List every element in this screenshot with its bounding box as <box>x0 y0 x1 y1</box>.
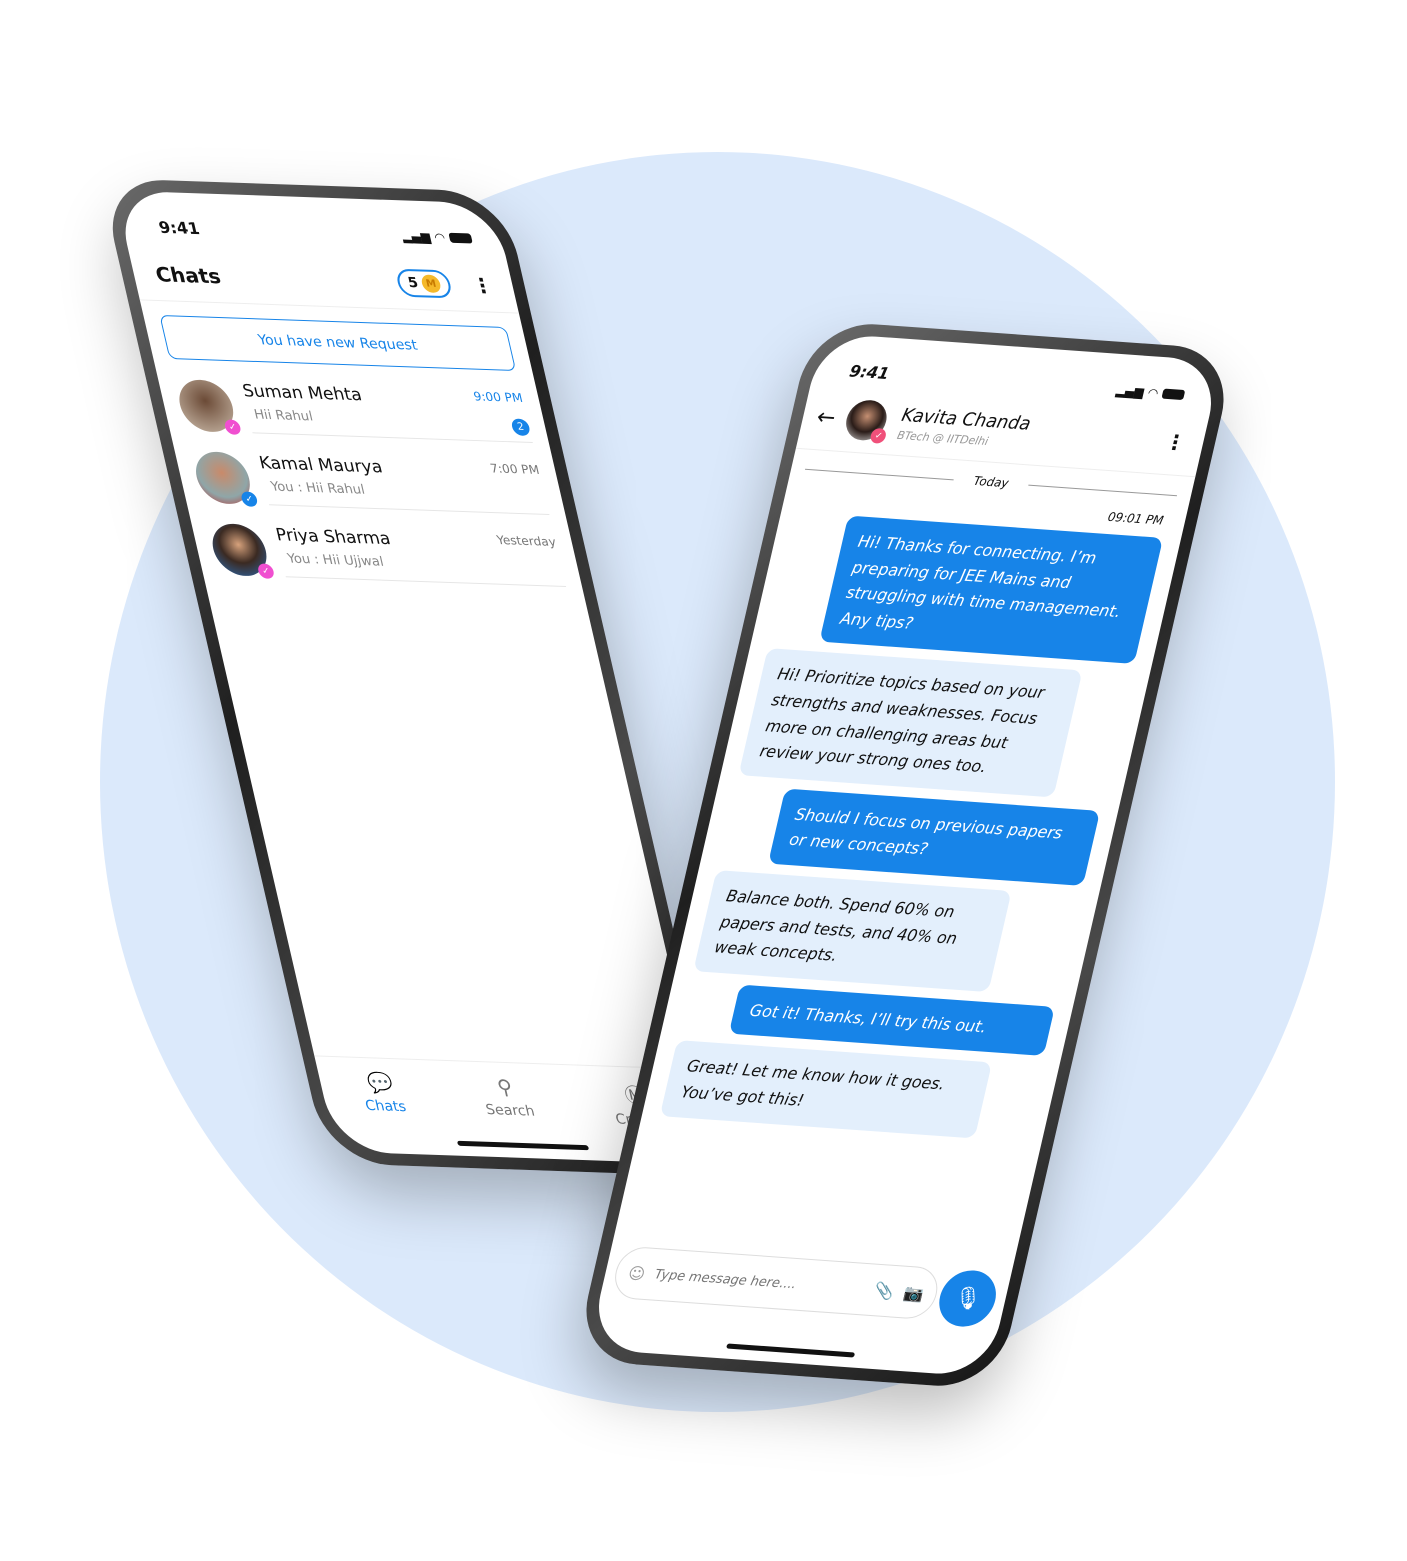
sent-message: Should I focus on previous papers or new… <box>768 788 1101 886</box>
nav-label: Chats <box>363 1097 408 1116</box>
avatar: ✓ <box>842 398 892 444</box>
message-time: Yesterday <box>495 532 558 550</box>
nav-label: Search <box>484 1101 537 1120</box>
message-time: 9:00 PM <box>472 389 525 406</box>
last-message: You : Hii Rahul <box>269 479 367 498</box>
more-options-icon[interactable]: ⋮ <box>470 273 496 298</box>
status-time: 9:41 <box>156 217 202 239</box>
verified-badge-icon: ✓ <box>223 419 242 435</box>
message-input[interactable] <box>653 1266 867 1297</box>
status-time: 9:41 <box>847 361 892 384</box>
contact-name: Suman Mehta <box>240 381 364 406</box>
back-arrow-icon[interactable]: ← <box>814 404 838 430</box>
wifi-icon: ◠ <box>1147 385 1160 400</box>
credits-count: 5 <box>406 274 420 292</box>
wifi-icon: ◠ <box>433 229 446 245</box>
more-options-icon[interactable]: ⋮ <box>1163 430 1188 455</box>
chat-list-item[interactable]: ✓ Kamal Maurya 7:00 PM You : Hii Rahul <box>172 440 568 525</box>
battery-icon <box>1161 388 1186 400</box>
sent-message: Got it! Thanks, I’ll try this out. <box>728 984 1055 1057</box>
message-time: 7:00 PM <box>488 461 541 478</box>
new-request-button[interactable]: You have new Request <box>159 314 517 372</box>
message-input-bar: ☺ 📎 📷 <box>609 1245 943 1321</box>
page-title: Chats <box>153 262 224 289</box>
header: Chats 5M ⋮ <box>124 235 519 314</box>
verified-badge-icon: ✓ <box>256 563 276 579</box>
last-message: You : Hii Ujjwal <box>285 551 386 570</box>
received-message: Hi! Prioritize topics based on your stre… <box>738 648 1083 798</box>
camera-icon[interactable]: 📷 <box>902 1282 926 1302</box>
received-message: Great! Let me know how it goes. You’ve g… <box>659 1040 993 1138</box>
home-indicator <box>726 1343 856 1358</box>
signal-icon: ▂▄▆ <box>400 228 432 244</box>
chat-list-item[interactable]: ✓ Priya Sharma Yesterday You : Hii Ujjwal <box>189 512 585 597</box>
verified-badge-icon: ✓ <box>240 491 259 507</box>
avatar: ✓ <box>207 522 276 579</box>
nav-search[interactable]: ⚲ Search <box>478 1074 538 1125</box>
date-label: Today <box>972 473 1011 491</box>
coin-icon: M <box>419 274 443 294</box>
chat-list-item[interactable]: ✓ Suman Mehta 9:00 PM Hii Rahul 2 <box>156 368 552 453</box>
microphone-button[interactable]: 🎙 <box>933 1268 1002 1329</box>
contact-name: Kamal Maurya <box>257 453 385 478</box>
emoji-icon[interactable]: ☺ <box>626 1263 647 1283</box>
received-message: Balance both. Spend 60% on papers and te… <box>693 870 1012 992</box>
battery-icon <box>448 232 473 244</box>
nav-chats[interactable]: 💬 Chats <box>357 1070 409 1120</box>
avatar: ✓ <box>190 450 259 507</box>
credits-badge[interactable]: 5M <box>394 268 454 299</box>
verified-badge-icon: ✓ <box>869 427 888 444</box>
microphone-icon: 🎙 <box>950 1285 985 1313</box>
last-message: Hii Rahul <box>252 407 315 425</box>
sent-message: Hi! Thanks for connecting. I’m preparing… <box>819 515 1164 665</box>
search-icon: ⚲ <box>494 1074 515 1100</box>
paperclip-icon[interactable]: 📎 <box>873 1280 897 1300</box>
home-indicator <box>456 1140 590 1151</box>
chat-bubbles-icon: 💬 <box>364 1070 396 1095</box>
contact-name: Priya Sharma <box>273 525 393 550</box>
signal-icon: ▂▄▆ <box>1114 382 1146 399</box>
avatar: ✓ <box>174 378 242 435</box>
